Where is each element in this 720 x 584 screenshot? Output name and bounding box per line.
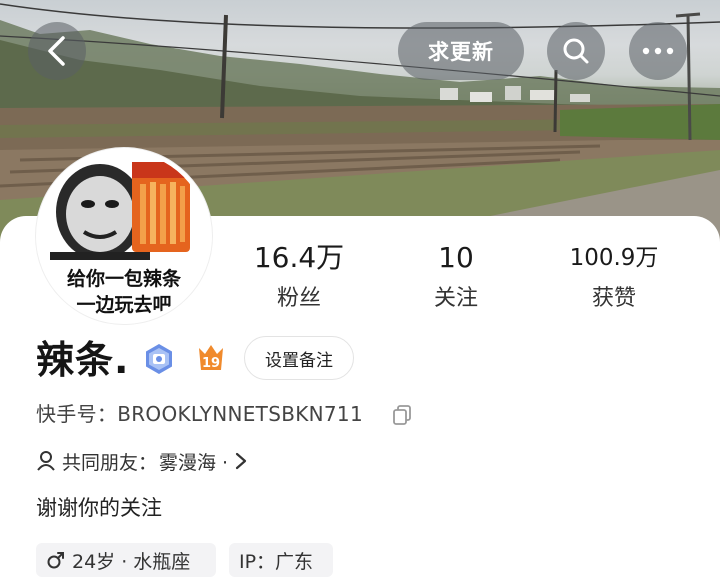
ip-location-tag: IP：广东	[229, 543, 333, 577]
age-zodiac-tag: 24岁 · 水瓶座	[36, 543, 216, 577]
person-icon	[37, 451, 55, 471]
kwai-id-label: 快手号：	[36, 402, 118, 426]
avatar[interactable]: 给你一包辣条 一边玩去吧	[36, 148, 212, 324]
request-update-button[interactable]: 求更新	[398, 22, 524, 80]
kwai-id-value: BROOKLYNNETSBKN711	[117, 402, 363, 426]
set-remark-label: 设置备注	[265, 350, 333, 371]
mutual-friends-row[interactable]: 共同朋友： 雾漫海 ·	[36, 447, 248, 475]
level-badge[interactable]: 19	[193, 340, 229, 380]
mutual-friends-names: 雾漫海 ·	[159, 451, 229, 474]
fans-count: 16.4万	[253, 241, 345, 274]
likes-count: 100.9万	[569, 245, 659, 271]
verified-badge[interactable]	[142, 342, 176, 380]
chevron-right-icon	[236, 452, 247, 470]
stat-fans[interactable]: 16.4万 粉丝	[229, 240, 369, 312]
set-remark-button[interactable]: 设置备注	[244, 336, 354, 380]
stat-likes[interactable]: 100.9万 获赞	[544, 240, 684, 312]
search-icon	[563, 38, 589, 64]
back-arrow-icon	[48, 36, 65, 66]
back-button[interactable]	[28, 22, 86, 80]
more-dots-icon	[642, 47, 674, 55]
copy-id-button[interactable]	[392, 404, 412, 430]
level-badge-number: 19	[202, 356, 220, 371]
age-zodiac-text: 24岁 · 水瓶座	[72, 550, 191, 573]
likes-label: 获赞	[591, 286, 636, 311]
more-button[interactable]	[629, 22, 687, 80]
request-update-label: 求更新	[428, 40, 494, 64]
following-count: 10	[438, 241, 474, 274]
profile-bio: 谢谢你的关注	[36, 496, 162, 520]
profile-name: 辣条.	[36, 338, 130, 382]
search-button[interactable]	[547, 22, 605, 80]
following-label: 关注	[433, 286, 478, 311]
avatar-caption-line2: 一边玩去吧	[76, 294, 172, 316]
fans-label: 粉丝	[276, 286, 321, 311]
male-icon	[47, 552, 64, 569]
avatar-caption-line1: 给你一包辣条	[66, 268, 181, 290]
level-badge-icon: 19	[199, 345, 223, 371]
copy-icon	[393, 405, 411, 425]
stat-following[interactable]: 10 关注	[386, 240, 526, 312]
kwai-id: 快手号：BROOKLYNNETSBKN711	[36, 400, 363, 428]
verified-badge-icon	[146, 344, 172, 374]
mutual-friends-label: 共同朋友：	[62, 451, 158, 474]
ip-location-text: IP：广东	[239, 550, 314, 573]
